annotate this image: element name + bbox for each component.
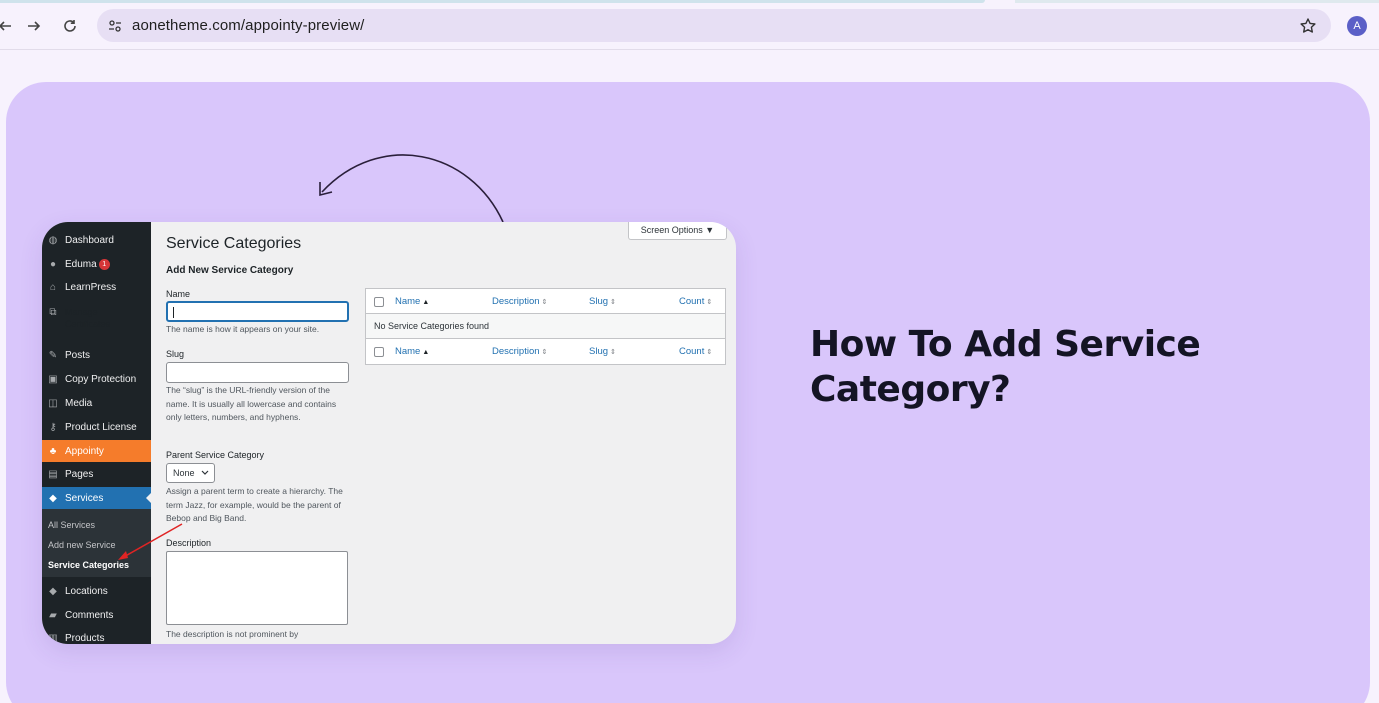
column-name-header[interactable]: Name ▲ — [395, 346, 429, 357]
tab-strip-right — [1015, 0, 1379, 3]
column-label: Name — [395, 296, 421, 307]
column-slug-header[interactable]: Slug ⇕ — [589, 346, 616, 357]
table-footer: Name ▲ Description ⇕ Slug ⇕ Count ⇕ — [366, 339, 725, 364]
column-label: Slug — [589, 346, 609, 357]
select-all-checkbox[interactable] — [374, 347, 384, 357]
forward-icon[interactable] — [21, 13, 47, 39]
column-count-header[interactable]: Count ⇕ — [679, 296, 712, 307]
sort-icon: ⇕ — [541, 299, 548, 306]
column-name-header[interactable]: Name ▲ — [395, 296, 429, 307]
sidebar-item-label: Locations — [65, 585, 108, 597]
sidebar-item-label: Comments — [65, 609, 114, 621]
tag-icon: ◆ — [49, 585, 57, 597]
column-label: Count — [679, 346, 705, 357]
back-icon[interactable] — [0, 13, 18, 39]
reload-icon[interactable] — [57, 13, 83, 39]
wordpress-screenshot: ◍ Dashboard ● Eduma 1 ⌂ LearnPress ⧉ Man… — [42, 222, 736, 644]
sidebar-item-label: Products — [65, 632, 105, 644]
curved-arrow-icon — [319, 154, 504, 223]
select-all-checkbox[interactable] — [374, 297, 384, 307]
tab-strip — [0, 0, 985, 3]
column-label: Description — [492, 296, 540, 307]
column-label: Name — [395, 346, 421, 357]
column-description-header[interactable]: Description ⇕ — [492, 296, 547, 307]
products-icon: ▥ — [48, 632, 58, 644]
column-description-header[interactable]: Description ⇕ — [492, 346, 547, 357]
profile-avatar[interactable]: A — [1347, 16, 1367, 36]
red-pointer-arrow-icon — [118, 523, 183, 560]
column-label: Slug — [589, 296, 609, 307]
description-help-text: The description is not prominent by — [166, 629, 299, 639]
bookmark-star-icon[interactable] — [1299, 17, 1317, 35]
comment-icon: ▰ — [49, 609, 57, 621]
column-slug-header[interactable]: Slug ⇕ — [589, 296, 616, 307]
sort-icon: ⇕ — [610, 299, 616, 306]
column-count-header[interactable]: Count ⇕ — [679, 346, 712, 357]
sidebar-item-comments[interactable]: ▰ Comments — [42, 604, 151, 626]
sidebar-item-locations[interactable]: ◆ Locations — [42, 580, 151, 602]
sort-icon: ⇕ — [706, 299, 713, 306]
sort-icon: ▲ — [422, 299, 430, 306]
sort-icon: ▲ — [422, 349, 430, 356]
table-header: Name ▲ Description ⇕ Slug ⇕ Count ⇕ — [366, 289, 725, 314]
table-row: No Service Categories found — [366, 314, 725, 339]
screen-options-button[interactable]: Screen Options ▼ — [628, 222, 727, 240]
browser-toolbar: aonetheme.com/appointy-preview/ A — [0, 0, 1379, 50]
sort-icon: ⇕ — [706, 349, 713, 356]
categories-table: Name ▲ Description ⇕ Slug ⇕ Count ⇕ No Servi… — [365, 288, 726, 365]
url-text[interactable]: aonetheme.com/appointy-preview/ — [132, 17, 364, 34]
sidebar-item-products[interactable]: ▥ Products — [42, 627, 151, 644]
sort-icon: ⇕ — [541, 349, 548, 356]
empty-message: No Service Categories found — [374, 321, 490, 331]
sort-icon: ⇕ — [610, 349, 616, 356]
column-label: Count — [679, 296, 705, 307]
site-settings-icon[interactable] — [105, 16, 125, 36]
column-label: Description — [492, 346, 540, 357]
page-headline: How To Add Service Category? — [810, 324, 1201, 410]
wp-main-content: Service Categories Screen Options ▼ Add … — [151, 222, 736, 644]
address-bar[interactable]: aonetheme.com/appointy-preview/ — [97, 9, 1331, 42]
